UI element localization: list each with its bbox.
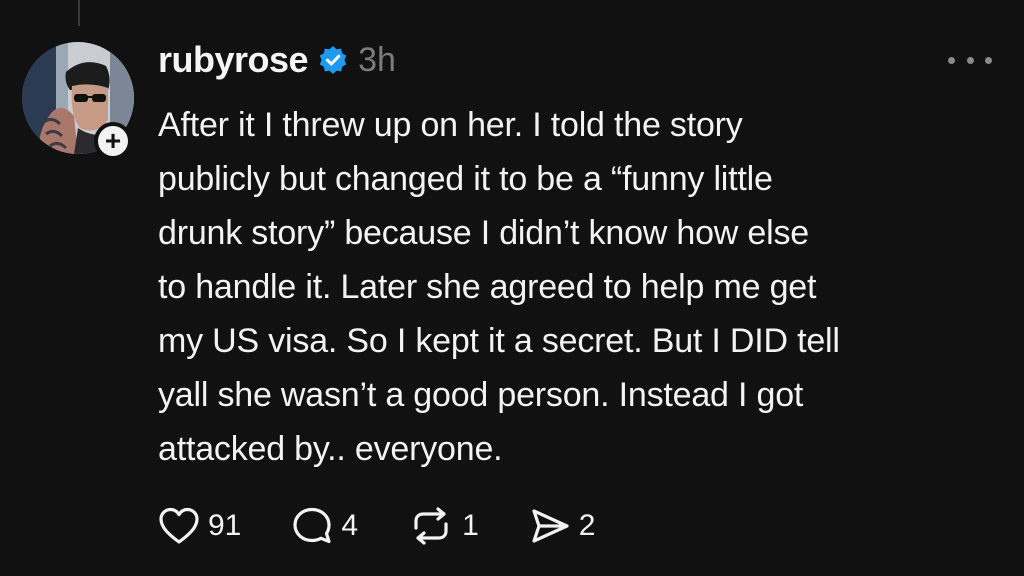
- send-icon: [529, 506, 571, 546]
- post-body-line: my US visa. So I kept it a secret. But I…: [158, 322, 840, 360]
- share-button[interactable]: 2: [529, 506, 596, 546]
- repost-button[interactable]: 1: [408, 506, 479, 546]
- post-header: rubyrose 3h: [158, 38, 396, 82]
- post-body: After it I threw up on her. I told the s…: [158, 98, 1008, 476]
- heart-icon: [158, 506, 200, 546]
- reply-count: 4: [341, 509, 359, 542]
- more-horizontal-icon: [948, 56, 955, 64]
- like-button[interactable]: 91: [158, 506, 241, 546]
- post-time: 3h: [358, 40, 396, 79]
- username[interactable]: rubyrose: [158, 39, 309, 81]
- repost-count: 1: [462, 509, 479, 542]
- follow-add-button[interactable]: +: [94, 122, 132, 160]
- verified-badge-icon: [318, 45, 348, 75]
- post-body-line: attacked by.. everyone.: [158, 430, 503, 468]
- post-body-line: publicly but changed it to be a “funny l…: [158, 160, 773, 198]
- plus-icon: +: [104, 125, 122, 156]
- reply-button[interactable]: 4: [291, 506, 358, 546]
- post-body-line: drunk story” because I didn’t know how e…: [158, 214, 809, 252]
- post-body-line: to handle it. Later she agreed to help m…: [158, 268, 817, 306]
- more-dot: [985, 56, 992, 64]
- more-options-button[interactable]: [948, 46, 992, 74]
- thread-line: [78, 0, 80, 26]
- post-body-line: After it I threw up on her. I told the s…: [158, 106, 743, 144]
- like-count: 91: [208, 509, 242, 542]
- comment-icon: [291, 506, 333, 546]
- repost-icon: [408, 506, 454, 546]
- post-actions: 91 4 1 2: [158, 500, 645, 552]
- share-count: 2: [578, 509, 596, 542]
- more-dot: [966, 56, 974, 64]
- post-body-line: yall she wasn’t a good person. Instead I…: [158, 376, 804, 414]
